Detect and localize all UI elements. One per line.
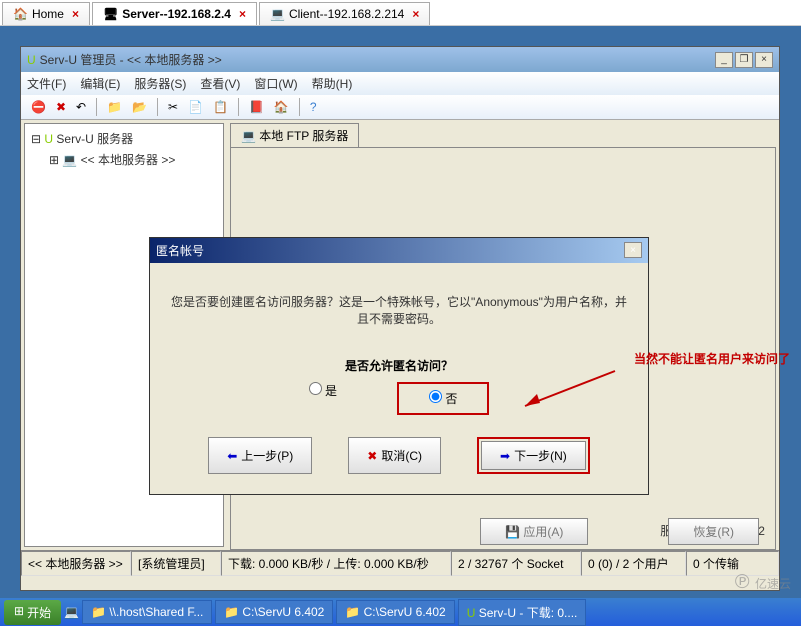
radio-yes[interactable]: 是 [309, 382, 337, 415]
menubar: 文件(F) 编辑(E) 服务器(S) 查看(V) 窗口(W) 帮助(H) [21, 72, 779, 95]
window-title: Serv-U 管理员 - << 本地服务器 >> [40, 51, 222, 68]
dialog-close-button[interactable]: × [624, 242, 642, 258]
tab-home[interactable]: 🏠 Home × [2, 2, 90, 25]
book-icon[interactable]: 📕 [245, 98, 268, 116]
titlebar: U Serv-U 管理员 - << 本地服务器 >> _ ❐ × [21, 47, 779, 72]
toolbar: ⛔ ✖ ↶ 📁 📂 ✂ 📄 📋 📕 🏠 ? [21, 95, 779, 120]
menu-help[interactable]: 帮助(H) [312, 75, 353, 92]
taskbar: ⊞ 开始 💻 📁 \\.host\Shared F... 📁 C:\ServU … [0, 598, 801, 626]
tree-root[interactable]: ⊟ U Serv-U 服务器 [29, 128, 219, 149]
prev-button[interactable]: ⬅ 上一步(P) [208, 437, 312, 474]
close-button[interactable]: × [755, 52, 773, 68]
restore-button[interactable]: 恢复(R) [668, 518, 759, 545]
next-button[interactable]: ➡ 下一步(N) [481, 441, 586, 470]
home-icon: 🏠 [13, 7, 28, 21]
help-icon[interactable]: ? [306, 98, 321, 116]
close-icon[interactable]: × [239, 7, 246, 21]
copy-icon[interactable]: 📄 [184, 98, 207, 116]
minimize-button[interactable]: _ [715, 52, 733, 68]
maximize-button[interactable]: ❐ [735, 52, 753, 68]
statusbar: << 本地服务器 >> [系统管理员] 下载: 0.000 KB/秒 / 上传:… [21, 550, 779, 576]
status-transfer: 下载: 0.000 KB/秒 / 上传: 0.000 KB/秒 [221, 551, 451, 576]
dialog-message: 您是否要创建匿名访问服务器？这是一个特殊帐号，它以"Anonymous"为用户名… [170, 293, 628, 327]
start-button[interactable]: ⊞ 开始 [4, 600, 61, 625]
highlight-next-button: ➡ 下一步(N) [477, 437, 590, 474]
status-admin: [系统管理员] [131, 551, 221, 576]
status-socket: 2 / 32767 个 Socket [451, 551, 581, 576]
menu-server[interactable]: 服务器(S) [134, 75, 186, 92]
home-toolbar-icon[interactable]: 🏠 [270, 98, 293, 116]
taskbar-item[interactable]: U Serv-U - 下载: 0.... [458, 599, 587, 626]
watermark: ℗ 亿速云 [735, 571, 791, 594]
quick-launch-icon[interactable]: 💻 [64, 605, 79, 619]
tab-server[interactable]: 🖥 Server--192.168.2.4 × [92, 2, 257, 25]
menu-file[interactable]: 文件(F) [27, 75, 66, 92]
tab-label: Home [32, 7, 64, 21]
annotation-arrow [515, 366, 625, 416]
folder-icon[interactable]: 📁 [103, 98, 126, 116]
status-server: << 本地服务器 >> [21, 551, 131, 576]
paste-icon[interactable]: 📋 [209, 98, 232, 116]
delete-icon[interactable]: ✖ [52, 98, 70, 116]
windows-icon: ⊞ [14, 604, 24, 621]
anonymous-dialog: 匿名帐号 × 您是否要创建匿名访问服务器？这是一个特殊帐号，它以"Anonymo… [149, 237, 649, 495]
server-icon: 🖥 [103, 7, 118, 21]
taskbar-item[interactable]: 📁 C:\ServU 6.402 [215, 600, 333, 624]
tab-client[interactable]: 💻 Client--192.168.2.214 × [259, 2, 430, 25]
apply-button[interactable]: 💾 应用(A) [480, 518, 588, 545]
annotation-text: 当然不能让匿名用户来访问了 [634, 350, 790, 367]
status-users: 0 (0) / 2 个用户 [581, 551, 686, 576]
undo-icon[interactable]: ↶ [72, 98, 90, 116]
folder-open-icon[interactable]: 📂 [128, 98, 151, 116]
dialog-title: 匿名帐号 × [150, 238, 648, 263]
menu-view[interactable]: 查看(V) [200, 75, 240, 92]
ftp-tab[interactable]: 💻 本地 FTP 服务器 [230, 123, 359, 147]
close-icon[interactable]: × [72, 7, 79, 21]
taskbar-item[interactable]: 📁 \\.host\Shared F... [82, 600, 212, 624]
stop-icon[interactable]: ⛔ [27, 98, 50, 116]
cancel-button[interactable]: ✖ 取消(C) [348, 437, 441, 474]
client-icon: 💻 [270, 7, 285, 21]
radio-no[interactable]: 否 [429, 392, 457, 406]
taskbar-item[interactable]: 📁 C:\ServU 6.402 [336, 600, 454, 624]
menu-edit[interactable]: 编辑(E) [80, 75, 120, 92]
close-icon[interactable]: × [412, 7, 419, 21]
serv-u-window: U Serv-U 管理员 - << 本地服务器 >> _ ❐ × 文件(F) 编… [20, 46, 780, 591]
menu-window[interactable]: 窗口(W) [254, 75, 297, 92]
cut-icon[interactable]: ✂ [164, 98, 182, 116]
highlight-no-option: 否 [397, 382, 489, 415]
tab-label: Client--192.168.2.214 [289, 7, 404, 21]
browser-tabs: 🏠 Home × 🖥 Server--192.168.2.4 × 💻 Clien… [0, 0, 801, 26]
tree-local-server[interactable]: ⊞ 💻 << 本地服务器 >> [47, 149, 219, 170]
tab-label: Server--192.168.2.4 [122, 7, 231, 21]
app-icon: U [27, 53, 36, 67]
